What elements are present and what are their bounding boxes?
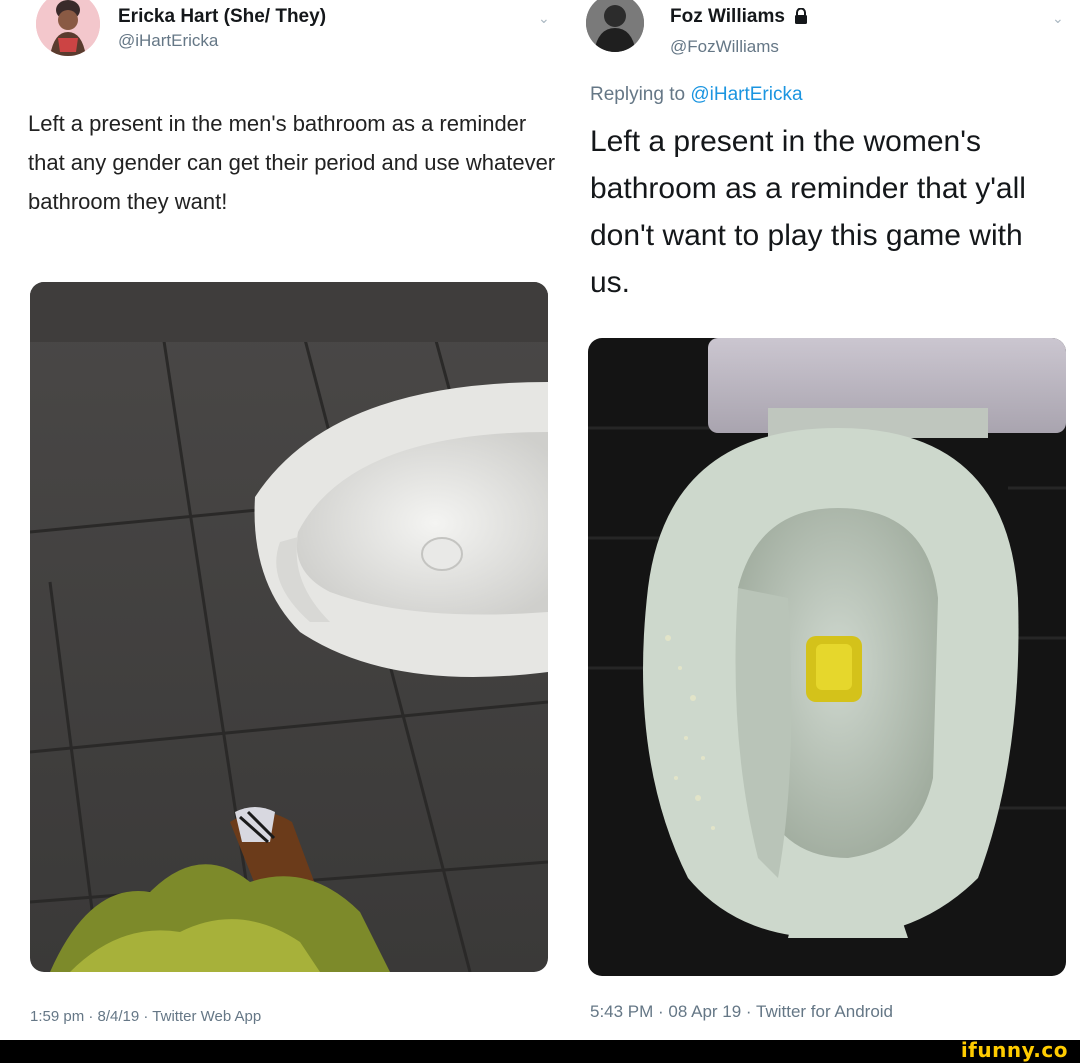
ifunny-watermark: ifunny.co	[960, 1038, 1068, 1062]
left-author-handle[interactable]: @iHartEricka	[118, 31, 218, 51]
replying-mention-link[interactable]: @iHartEricka	[690, 84, 802, 105]
right-author-avatar[interactable]	[586, 0, 644, 52]
left-author-avatar[interactable]	[36, 0, 100, 56]
replying-to-line: Replying to @iHartEricka	[590, 84, 803, 106]
left-author-name[interactable]: Ericka Hart (She/ They)	[118, 6, 326, 28]
right-tweet-text: Left a present in the women's bathroom a…	[590, 125, 1026, 299]
avatar-illustration-icon	[36, 0, 100, 56]
left-tweet-timestamp[interactable]: 1:59 pm · 8/4/19 · Twitter Web App	[30, 1008, 261, 1025]
replying-prefix: Replying to	[590, 84, 686, 105]
right-tweet: Foz Williams @FozWilliams ⌄ Replying to …	[570, 0, 1080, 1040]
chevron-down-icon[interactable]: ⌄	[1052, 10, 1064, 27]
left-tweet: Ericka Hart (She/ They) @iHartEricka ⌄ L…	[0, 0, 560, 1040]
right-author-name[interactable]: Foz Williams	[670, 6, 808, 30]
watermark-bar: ifunny.co	[0, 1038, 1080, 1063]
lock-icon	[794, 7, 808, 30]
chevron-down-icon[interactable]: ⌄	[538, 10, 550, 27]
right-tweet-photo[interactable]	[588, 338, 1066, 976]
right-tweet-timestamp[interactable]: 5:43 PM · 08 Apr 19 · Twitter for Androi…	[590, 1002, 893, 1022]
left-tweet-text: Left a present in the men's bathroom as …	[28, 111, 556, 214]
right-author-handle[interactable]: @FozWilliams	[670, 37, 779, 57]
left-tweet-photo[interactable]	[30, 282, 548, 972]
